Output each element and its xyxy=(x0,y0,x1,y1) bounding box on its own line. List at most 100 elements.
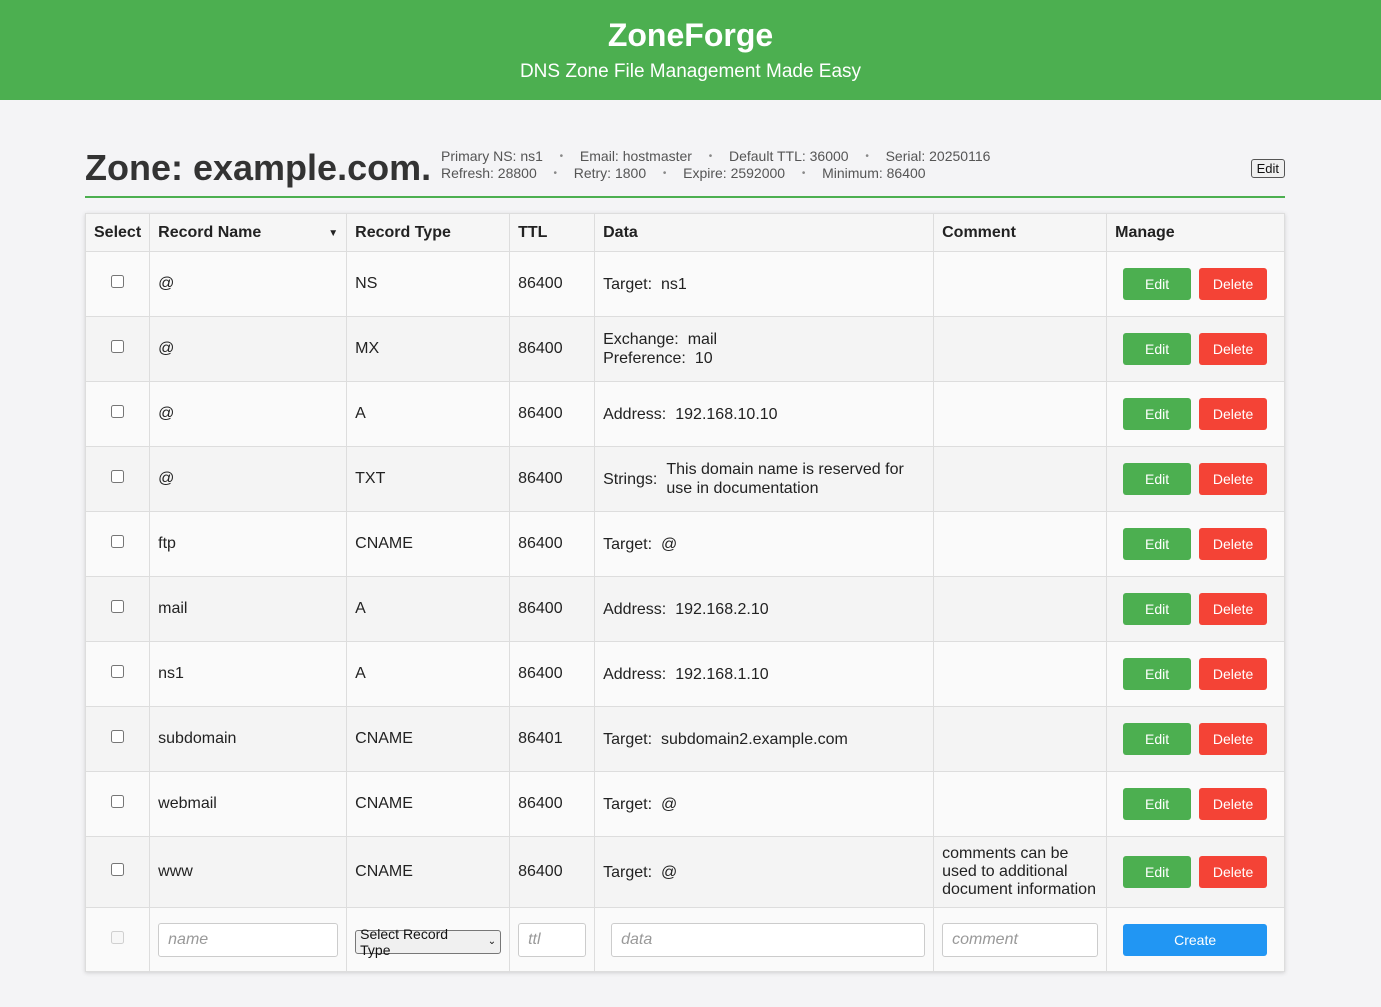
delete-record-button[interactable]: Delete xyxy=(1199,723,1268,755)
record-type-cell: MX xyxy=(346,316,511,382)
edit-record-button[interactable]: Edit xyxy=(1123,463,1192,495)
data-cell: Target: @ xyxy=(594,511,935,577)
column-header-ttl: TTL xyxy=(509,213,596,252)
records-body: @ NS 86400 Target: ns1 Edit Delete @ MX 86400 Exch… xyxy=(84,251,1285,972)
row-select-checkbox[interactable] xyxy=(111,600,125,613)
table-row: @ TXT 86400 Strings: This domain name is res… xyxy=(84,446,1285,512)
data-field: Target: subdomain2.example.com xyxy=(603,730,925,749)
delete-record-button[interactable]: Delete xyxy=(1199,333,1268,365)
delete-record-button[interactable]: Delete xyxy=(1199,788,1268,820)
select-cell xyxy=(84,251,151,317)
column-header-manage: Manage xyxy=(1106,213,1285,252)
chevron-down-icon: ⌄ xyxy=(487,936,497,947)
create-button[interactable]: Create xyxy=(1123,923,1268,956)
app-subtitle: DNS Zone File Management Made Easy xyxy=(519,61,862,82)
manage-cell: Edit Delete xyxy=(1106,706,1285,772)
column-header-record-name[interactable]: Record Name ▼ xyxy=(149,213,348,252)
records-table: Select Record Name ▼ Record Type TTL Data… xyxy=(84,213,1285,972)
data-input[interactable] xyxy=(611,922,926,957)
row-select-checkbox[interactable] xyxy=(111,340,125,353)
row-select-checkbox[interactable] xyxy=(111,535,125,548)
manage-cell: Edit Delete xyxy=(1106,771,1285,837)
data-value: @ xyxy=(661,863,678,881)
edit-record-button[interactable]: Edit xyxy=(1123,593,1192,625)
record-type-cell: CNAME xyxy=(346,836,511,908)
zone-title: Zone: example.com. xyxy=(85,147,432,188)
edit-record-button[interactable]: Edit xyxy=(1123,528,1192,560)
create-name-cell xyxy=(149,907,348,972)
edit-record-button[interactable]: Edit xyxy=(1123,723,1192,755)
edit-record-button[interactable]: Edit xyxy=(1123,658,1192,690)
ttl-cell: 86400 xyxy=(509,316,596,382)
zone-info-bar: Zone: example.com. Primary NS: ns1 • Email… xyxy=(85,138,1285,198)
ttl-input[interactable] xyxy=(518,922,587,957)
data-key: Address: xyxy=(603,665,667,683)
data-cell: Strings: This domain name is reserved for… xyxy=(594,446,935,512)
data-value: This domain name is reserved for use in … xyxy=(666,461,904,497)
manage-cell: Edit Delete xyxy=(1106,641,1285,707)
data-value: @ xyxy=(661,535,678,553)
table-row: webmail CNAME 86400 Target: @ Edit Delete xyxy=(84,771,1285,837)
soa-retry: Retry: 1800 xyxy=(573,165,647,181)
data-cell: Target: ns1 xyxy=(594,251,935,317)
data-value: @ xyxy=(661,795,678,813)
delete-record-button[interactable]: Delete xyxy=(1199,528,1268,560)
table-row: ftp CNAME 86400 Target: @ Edit Delete xyxy=(84,511,1285,577)
data-field: Target: ns1 xyxy=(603,275,925,294)
row-select-checkbox[interactable] xyxy=(111,730,125,743)
ttl-cell: 86400 xyxy=(509,381,596,447)
delete-record-button[interactable]: Delete xyxy=(1199,856,1268,888)
comment-input[interactable] xyxy=(942,922,1099,957)
record-name-cell: @ xyxy=(149,251,348,317)
edit-record-button[interactable]: Edit xyxy=(1123,788,1192,820)
row-select-checkbox[interactable] xyxy=(111,795,125,808)
manage-cell: Edit Delete xyxy=(1106,251,1285,317)
record-type-cell: NS xyxy=(346,251,511,317)
data-value: 192.168.10.10 xyxy=(675,405,778,423)
data-cell: Target: @ xyxy=(594,771,935,837)
delete-record-button[interactable]: Delete xyxy=(1199,658,1268,690)
name-input[interactable] xyxy=(158,922,339,957)
data-key: Address: xyxy=(603,600,667,618)
data-key: Strings: xyxy=(603,470,658,488)
record-name-cell: ns1 xyxy=(149,641,348,707)
comment-cell: comments can be used to additional docum… xyxy=(933,836,1108,908)
soa-details: Primary NS: ns1 • Email: hostmaster • Defaul… xyxy=(441,148,990,182)
table-row: subdomain CNAME 86401 Target: subdomain2.exa… xyxy=(84,706,1285,772)
create-data-cell xyxy=(594,907,935,972)
comment-cell xyxy=(933,511,1108,577)
edit-record-button[interactable]: Edit xyxy=(1123,333,1192,365)
soa-primary-ns: Primary NS: ns1 xyxy=(441,148,543,164)
record-type-cell: TXT xyxy=(346,446,511,512)
record-type-cell: CNAME xyxy=(346,511,511,577)
column-header-comment: Comment xyxy=(933,213,1108,252)
row-select-checkbox[interactable] xyxy=(111,275,125,288)
app-header: ZoneForge DNS Zone File Management Made … xyxy=(0,0,1381,100)
data-key: Target: xyxy=(603,863,653,881)
column-header-data: Data xyxy=(594,213,935,252)
data-field: Target: @ xyxy=(603,795,925,814)
column-header-select: Select xyxy=(84,213,151,252)
edit-record-button[interactable]: Edit xyxy=(1123,268,1192,300)
row-select-checkbox[interactable] xyxy=(111,405,125,418)
row-select-checkbox[interactable] xyxy=(111,863,125,876)
edit-record-button[interactable]: Edit xyxy=(1123,856,1192,888)
record-type-select[interactable]: Select Record Type ⌄ xyxy=(355,926,502,958)
column-header-label: Record Name xyxy=(158,223,262,241)
separator-dot: • xyxy=(553,168,557,179)
row-select-checkbox[interactable] xyxy=(111,665,125,678)
delete-record-button[interactable]: Delete xyxy=(1199,268,1268,300)
delete-record-button[interactable]: Delete xyxy=(1199,593,1268,625)
data-cell: Address: 192.168.10.10 xyxy=(594,381,935,447)
edit-record-button[interactable]: Edit xyxy=(1123,398,1192,430)
record-type-cell: CNAME xyxy=(346,771,511,837)
delete-record-button[interactable]: Delete xyxy=(1199,463,1268,495)
edit-soa-button[interactable]: Edit xyxy=(1250,159,1285,178)
comment-cell xyxy=(933,641,1108,707)
create-select-cell xyxy=(84,907,151,972)
data-key: Exchange: xyxy=(603,331,679,348)
row-select-checkbox[interactable] xyxy=(111,470,125,483)
delete-record-button[interactable]: Delete xyxy=(1199,398,1268,430)
ttl-cell: 86400 xyxy=(509,771,596,837)
sort-desc-icon[interactable]: ▼ xyxy=(328,228,338,239)
